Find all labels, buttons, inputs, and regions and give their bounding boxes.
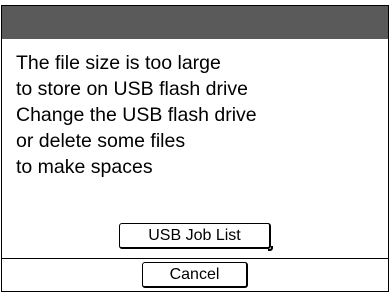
message-line: to store on USB flash drive (16, 78, 248, 100)
message-line: to make spaces (16, 156, 153, 178)
error-dialog: The file size is too large to store on U… (1, 5, 389, 292)
submenu-corner-icon (268, 246, 273, 251)
error-message: The file size is too large to store on U… (16, 50, 376, 180)
button-bar-divider (2, 258, 388, 259)
cancel-button[interactable]: Cancel (142, 262, 248, 288)
dialog-title-bar (2, 6, 388, 39)
message-line: Change the USB flash drive (16, 104, 257, 126)
cancel-label: Cancel (169, 266, 220, 283)
usb-job-list-label: USB Job List (148, 227, 241, 244)
usb-job-list-button[interactable]: USB Job List (119, 223, 273, 251)
message-line: or delete some files (16, 130, 186, 152)
message-line: The file size is too large (16, 52, 221, 74)
